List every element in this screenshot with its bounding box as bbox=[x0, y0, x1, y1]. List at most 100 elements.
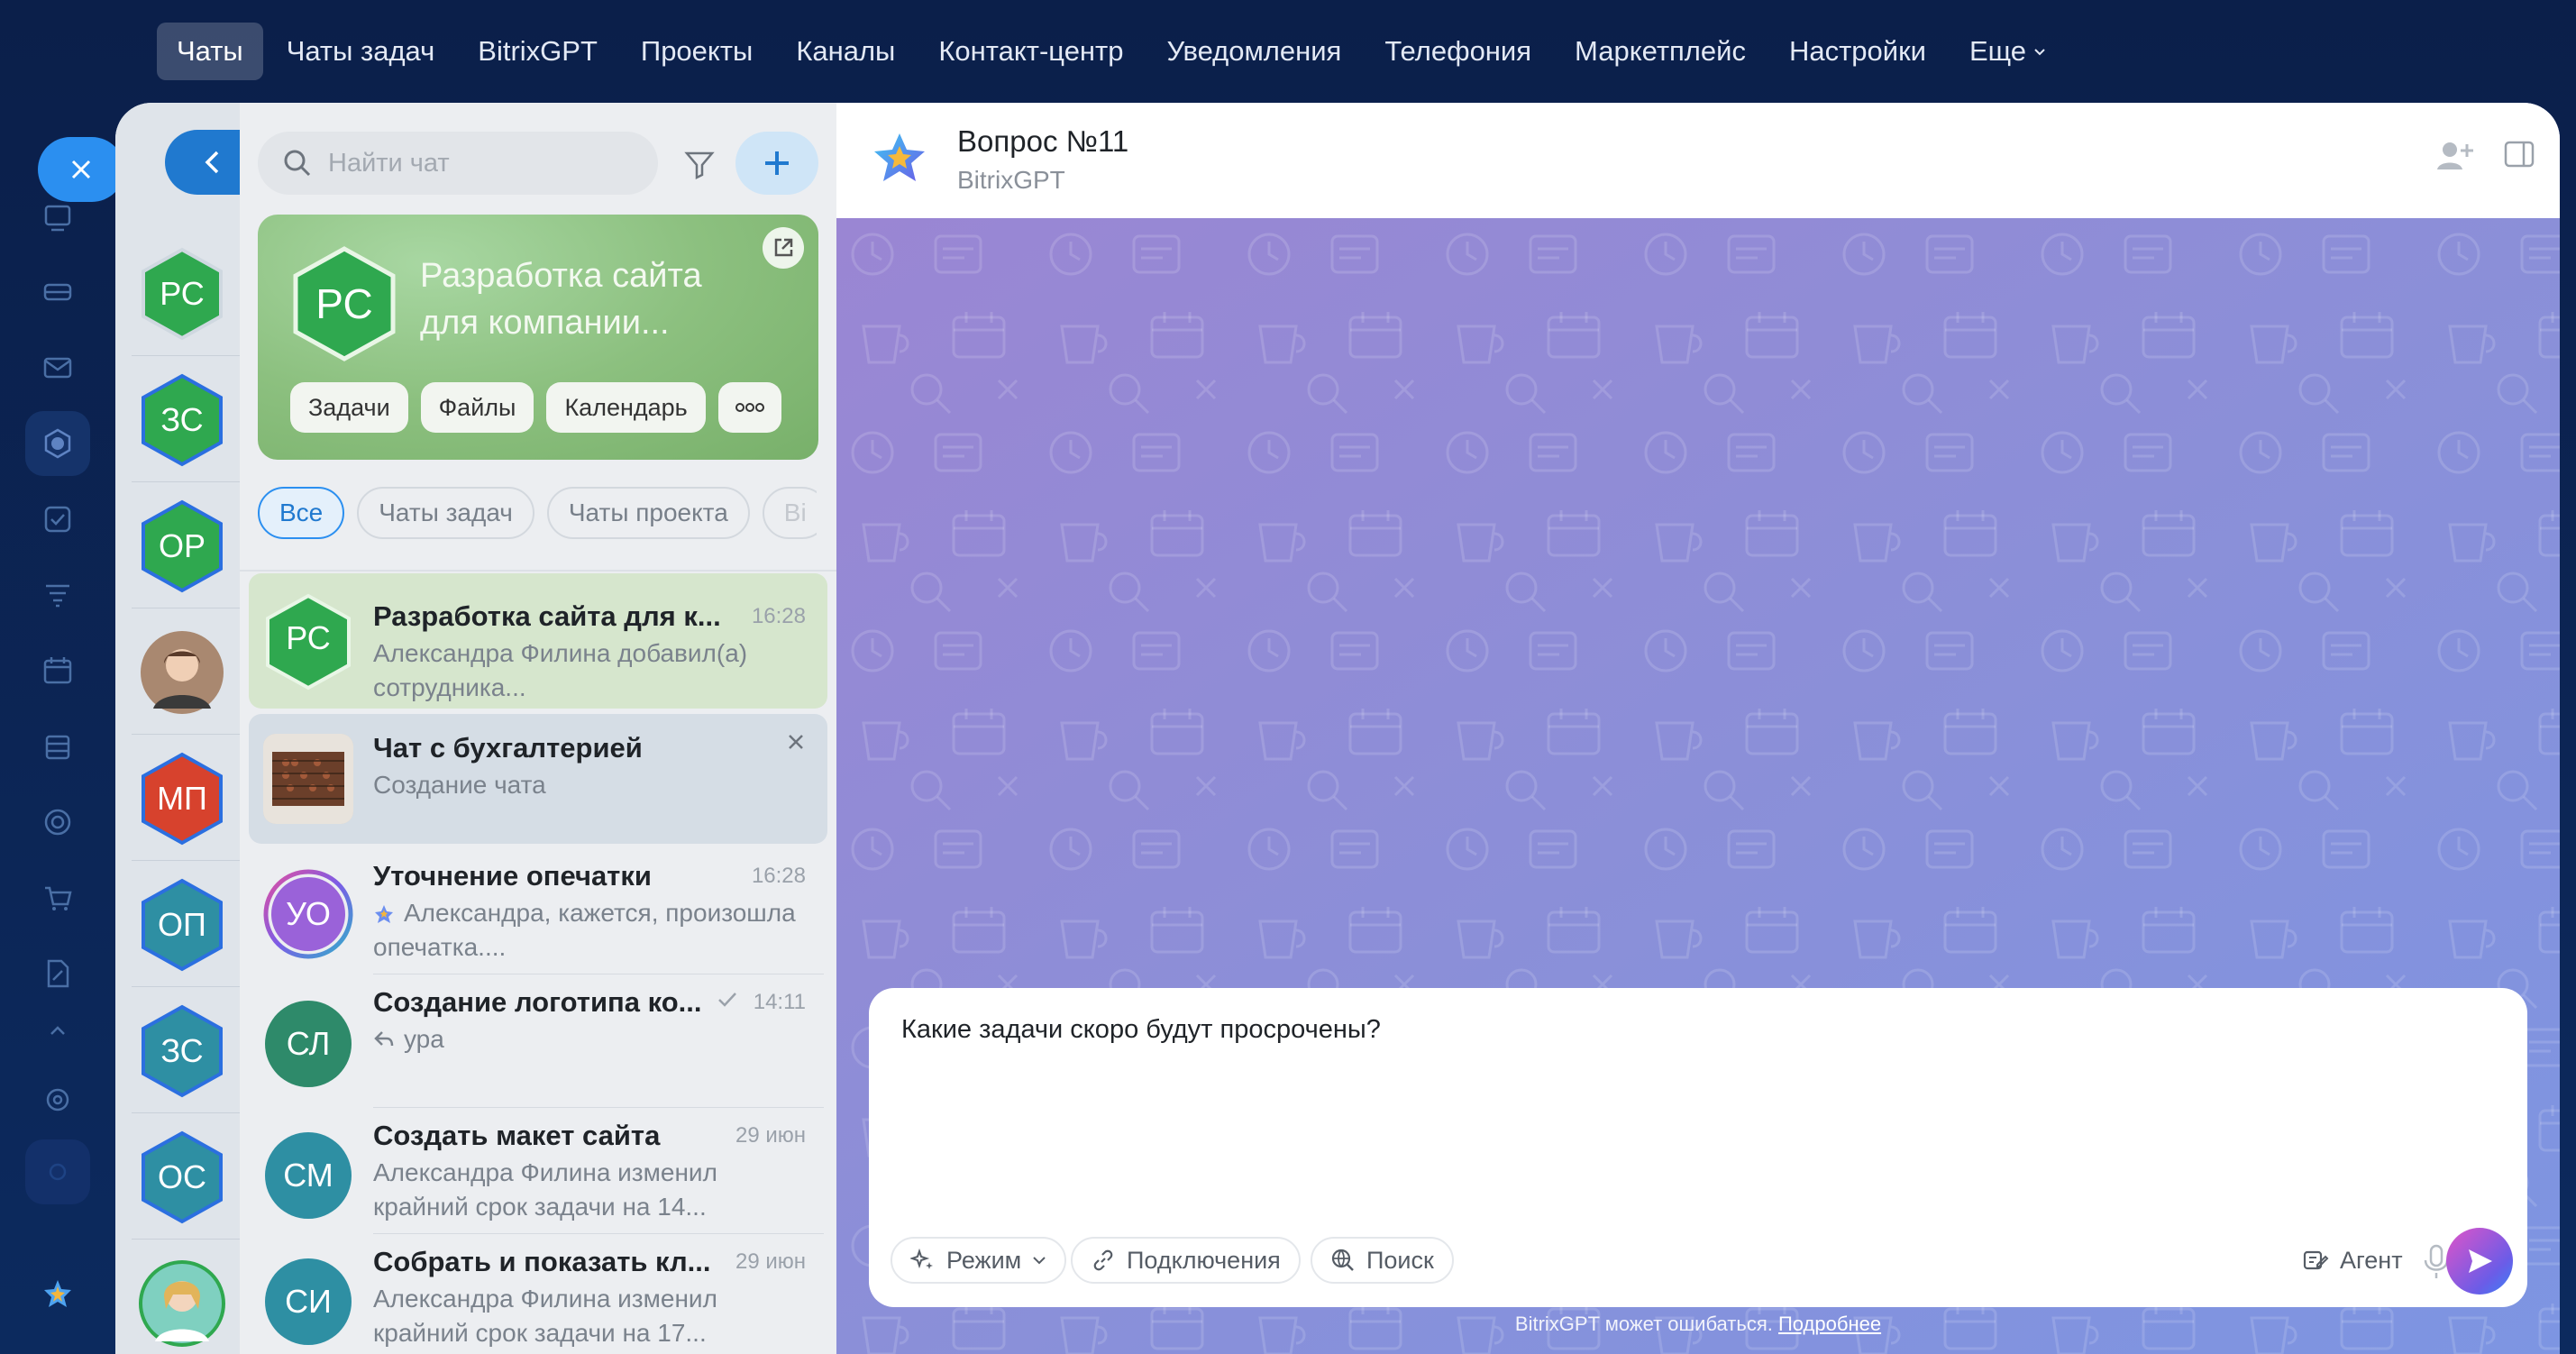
recent-avatar[interactable]: ОР bbox=[139, 499, 225, 593]
sidebar-shop-icon[interactable] bbox=[25, 865, 90, 930]
nav-item-projects[interactable]: Проекты bbox=[621, 23, 772, 80]
sidebar-company-icon[interactable] bbox=[25, 714, 90, 779]
chat-list-item[interactable]: СИ Собрать и показать кл... 29 июн Алекс… bbox=[249, 1237, 827, 1354]
sidebar-tasks-icon[interactable] bbox=[25, 487, 90, 552]
recent-avatar[interactable]: МП bbox=[139, 752, 225, 846]
sidebar-sign-icon[interactable] bbox=[25, 941, 90, 1006]
sidebar-panel-icon bbox=[2504, 141, 2535, 168]
nav-item-more[interactable]: Еще bbox=[1950, 23, 2066, 80]
chat-preview: Александра, кажется, произошла опечатка.… bbox=[373, 899, 796, 961]
mode-dropdown[interactable]: Режим bbox=[891, 1237, 1067, 1284]
project-card[interactable]: РС Разработка сайта для компании... Зада… bbox=[258, 215, 818, 460]
chat-preview: Создание чата bbox=[373, 771, 546, 799]
connections-label: Подключения bbox=[1127, 1246, 1281, 1274]
chat-time: 29 июн bbox=[735, 1249, 806, 1274]
create-chat-button[interactable] bbox=[735, 132, 818, 195]
chevron-down-icon bbox=[1033, 1257, 1046, 1265]
nav-item-settings[interactable]: Настройки bbox=[1769, 23, 1946, 80]
chat-time: 16:28 bbox=[751, 864, 806, 888]
recent-avatar[interactable]: ЗС bbox=[139, 373, 225, 467]
chip-all[interactable]: Все bbox=[258, 487, 345, 539]
learn-more-link[interactable]: Подробнее bbox=[1778, 1313, 1881, 1335]
sidebar-extra-icon[interactable] bbox=[25, 1139, 90, 1204]
chat-list-item[interactable]: СМ Создать макет сайта 29 июн Александра… bbox=[249, 1111, 827, 1237]
recent-avatar[interactable]: РС bbox=[139, 247, 225, 341]
avatar-initials: МП bbox=[157, 780, 207, 817]
chevron-down-icon bbox=[2034, 49, 2045, 56]
project-actions: Задачи Файлы Календарь bbox=[290, 382, 781, 433]
chat-subtitle: BitrixGPT bbox=[957, 166, 1065, 194]
connections-button[interactable]: Подключения bbox=[1071, 1237, 1301, 1284]
chat-time: 29 июн bbox=[735, 1123, 806, 1148]
nav-item-channels[interactable]: Каналы bbox=[776, 23, 915, 80]
chip-more[interactable]: Bi bbox=[762, 487, 817, 539]
top-navigation: Чаты Чаты задач BitrixGPT Проекты Каналы… bbox=[0, 0, 2576, 103]
remove-chat-button[interactable] bbox=[786, 732, 806, 756]
nav-item-bitrixgpt[interactable]: BitrixGPT bbox=[458, 23, 617, 80]
send-message-button[interactable] bbox=[2446, 1228, 2513, 1295]
send-icon bbox=[2469, 1249, 2492, 1273]
chip-project-chats[interactable]: Чаты проекта bbox=[546, 487, 750, 539]
sidebar-collapse-icon[interactable] bbox=[25, 1013, 90, 1049]
search-web-button[interactable]: Поиск bbox=[1311, 1237, 1454, 1284]
nav-item-notifications[interactable]: Уведомления bbox=[1147, 23, 1362, 80]
sidebar-crm-icon[interactable] bbox=[25, 563, 90, 627]
chip-task-chats[interactable]: Чаты задач bbox=[357, 487, 534, 539]
sparkle-icon bbox=[910, 1248, 933, 1269]
project-calendar-button[interactable]: Календарь bbox=[546, 382, 706, 433]
recent-avatar[interactable]: ОС bbox=[139, 1130, 225, 1224]
chat-avatar: РС bbox=[263, 593, 353, 691]
project-more-button[interactable] bbox=[717, 382, 781, 433]
nav-item-telephony[interactable]: Телефония bbox=[1365, 23, 1551, 80]
chat-list-item[interactable]: Чат с бухгалтерией Создание чата bbox=[249, 714, 827, 844]
recent-avatar-photo[interactable] bbox=[139, 1257, 225, 1350]
open-project-button[interactable] bbox=[763, 227, 804, 269]
chat-avatar-initials: СИ bbox=[285, 1283, 332, 1320]
chat-list-item[interactable]: РС Разработка сайта для к... 16:28 Алекс… bbox=[249, 573, 827, 709]
chat-preview: Александра Филина добавил(а) сотрудника.… bbox=[373, 639, 748, 701]
chat-list-item[interactable]: СЛ Создание логотипа ко... 14:11 ура bbox=[249, 977, 827, 1103]
close-icon bbox=[789, 735, 803, 749]
chat-filter-chips: Все Чаты задач Чаты проекта Bi bbox=[258, 487, 817, 539]
agent-button[interactable]: Агент bbox=[2284, 1237, 2421, 1284]
nav-item-more-label: Еще bbox=[1969, 35, 2027, 67]
divider bbox=[132, 986, 240, 987]
sidebar-marketing-icon[interactable] bbox=[25, 790, 90, 855]
divider bbox=[240, 570, 836, 572]
recent-avatar[interactable]: ЗС bbox=[139, 1004, 225, 1098]
add-member-button[interactable] bbox=[2435, 139, 2475, 178]
recent-avatar-photo[interactable] bbox=[139, 626, 225, 719]
agent-edit-icon bbox=[2303, 1250, 2329, 1270]
chat-title: Вопрос №11 bbox=[957, 124, 1129, 158]
nav-item-task-chats[interactable]: Чаты задач bbox=[267, 23, 455, 80]
search-label: Поиск bbox=[1366, 1246, 1434, 1274]
toggle-sidebar-button[interactable] bbox=[2504, 141, 2535, 172]
project-files-button[interactable]: Файлы bbox=[420, 382, 534, 433]
sidebar-settings-icon[interactable] bbox=[25, 1067, 90, 1132]
nav-item-contact-center[interactable]: Контакт-центр bbox=[918, 23, 1143, 80]
chat-avatar-initials: СЛ bbox=[286, 1025, 331, 1062]
sidebar-drive-icon[interactable] bbox=[25, 260, 90, 325]
copilot-star-icon[interactable] bbox=[25, 1262, 90, 1327]
message-input[interactable] bbox=[901, 1015, 2488, 1195]
sidebar-messenger-icon[interactable] bbox=[25, 411, 90, 476]
search-input[interactable] bbox=[328, 148, 617, 178]
checkmark-icon bbox=[718, 993, 736, 1007]
chat-list-item[interactable]: УО Уточнение опечатки 16:28 Александра, … bbox=[249, 851, 827, 977]
chat-name: Собрать и показать кл... bbox=[373, 1246, 711, 1277]
search-box[interactable] bbox=[258, 132, 658, 195]
sidebar-feed-icon[interactable] bbox=[25, 186, 90, 251]
chat-avatar: УО bbox=[263, 869, 353, 959]
sidebar-mail-icon[interactable] bbox=[25, 335, 90, 400]
project-avatar-initials: РС bbox=[315, 280, 373, 327]
chat-avatar: СИ bbox=[263, 1257, 353, 1347]
recent-avatar[interactable]: ОП bbox=[139, 878, 225, 972]
sidebar-calendar-icon[interactable] bbox=[25, 638, 90, 703]
nav-item-marketplace[interactable]: Маркетплейс bbox=[1555, 23, 1766, 80]
chevron-left-icon bbox=[205, 151, 219, 174]
divider bbox=[373, 1233, 824, 1234]
project-tasks-button[interactable]: Задачи bbox=[290, 382, 408, 433]
nav-item-chats[interactable]: Чаты bbox=[157, 23, 263, 80]
filter-button[interactable] bbox=[676, 141, 723, 188]
mode-label: Режим bbox=[946, 1246, 1022, 1274]
